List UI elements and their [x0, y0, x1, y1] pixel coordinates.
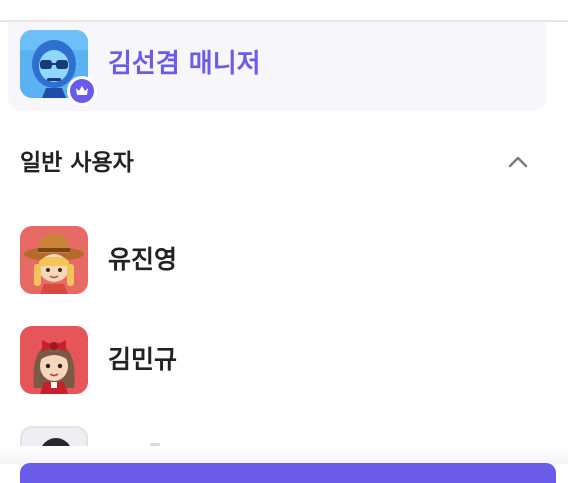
- cowboy-hat-avatar-icon: [20, 226, 88, 294]
- user-name-1: 유진영: [108, 245, 178, 274]
- user-avatar-3: [20, 426, 88, 446]
- crown-badge: [67, 76, 97, 106]
- section-collapse-button[interactable]: [500, 144, 536, 180]
- user-name-2: 김민규: [108, 345, 178, 374]
- bottom-action-button[interactable]: [20, 463, 556, 483]
- chevron-up-icon: [508, 156, 528, 168]
- user-row-1[interactable]: 유진영: [20, 226, 546, 294]
- scroll-fade: [0, 446, 568, 464]
- user-avatar-2: [20, 326, 88, 394]
- user-row-3-partial[interactable]: [20, 426, 88, 446]
- user-row-2[interactable]: 김민규: [20, 326, 546, 394]
- section-title: 일반 사용자: [20, 150, 134, 176]
- user-avatar-1: [20, 226, 88, 294]
- bow-girl-avatar-icon: [20, 326, 88, 394]
- top-bar: [0, 0, 568, 22]
- manager-name: 김선겸 매니저: [108, 49, 261, 79]
- crown-icon: [76, 86, 88, 95]
